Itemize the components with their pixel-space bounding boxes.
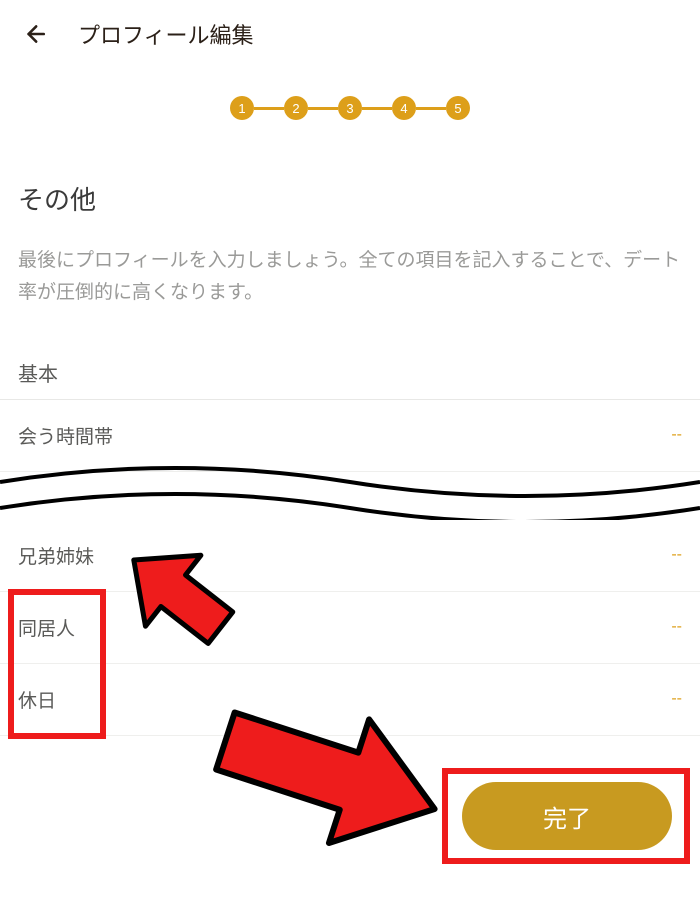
step-dot-2: 2 — [284, 96, 308, 120]
row-value: -- — [671, 426, 682, 444]
step-dot-1: 1 — [230, 96, 254, 120]
row-value: -- — [671, 618, 682, 636]
row-label: 休日 — [18, 686, 56, 713]
row-value: -- — [671, 546, 682, 564]
row-label: 同居人 — [18, 614, 75, 641]
row-label: 会う時間帯 — [18, 422, 113, 449]
complete-button[interactable]: 完了 — [462, 782, 672, 850]
subsection-title: 基本 — [0, 358, 700, 400]
row-housemate[interactable]: 同居人 -- — [0, 592, 700, 664]
back-arrow-icon[interactable] — [20, 20, 48, 48]
step-line — [254, 107, 284, 110]
step-line — [362, 107, 392, 110]
content-omitted-indicator — [0, 472, 700, 520]
step-dot-5: 5 — [446, 96, 470, 120]
step-dot-4: 4 — [392, 96, 416, 120]
progress-stepper: 1 2 3 4 5 — [0, 96, 700, 120]
row-value: -- — [671, 690, 682, 708]
row-siblings[interactable]: 兄弟姉妹 -- — [0, 520, 700, 592]
step-line — [308, 107, 338, 110]
header: プロフィール編集 — [0, 0, 700, 68]
section-desc: 最後にプロフィールを入力しましょう。全ての項目を記入することで、デート率が圧倒的… — [0, 245, 700, 310]
step-line — [416, 107, 446, 110]
complete-button-label: 完了 — [543, 799, 591, 834]
rows-container: 会う時間帯 -- 兄弟姉妹 -- 同居人 -- 休日 -- — [0, 400, 700, 736]
row-label: 兄弟姉妹 — [18, 542, 94, 569]
page-title: プロフィール編集 — [78, 18, 254, 50]
section-title: その他 — [0, 180, 700, 217]
row-dayoff[interactable]: 休日 -- — [0, 664, 700, 736]
step-dot-3: 3 — [338, 96, 362, 120]
